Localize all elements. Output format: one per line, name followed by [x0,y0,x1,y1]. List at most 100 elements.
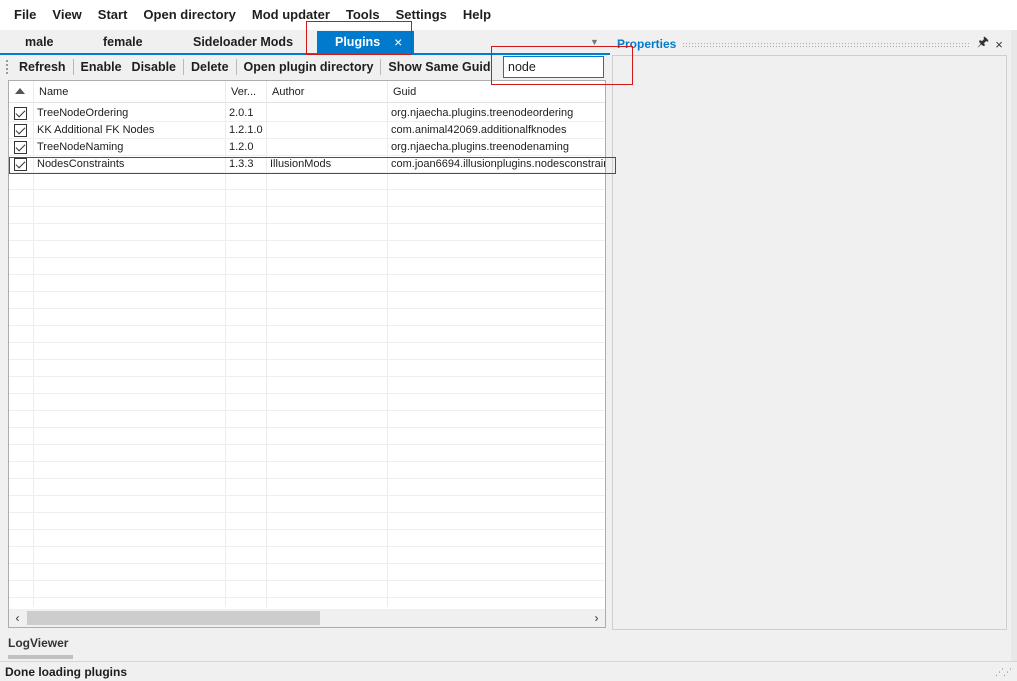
empty-row [9,309,605,326]
status-text: Done loading plugins [5,665,127,679]
properties-title-bar: Properties 🖈 × [613,33,1007,55]
empty-row [9,394,605,411]
close-icon[interactable]: × [991,37,1007,52]
empty-row [9,479,605,496]
enabled-checkbox[interactable] [14,107,27,120]
document-tab-strip: male female Sideloader Mods Plugins × [0,31,610,53]
column-header-name[interactable]: Name [35,81,225,103]
close-icon[interactable]: × [394,31,402,53]
scroll-right-icon[interactable]: › [588,609,605,627]
menu-open-directory[interactable]: Open directory [135,0,243,30]
column-header-author[interactable]: Author [268,81,388,103]
tab-dropdown-icon[interactable]: ▼ [590,37,599,47]
plugin-guid: com.joan6694.illusionplugins.nodesconstr… [391,158,605,170]
menu-start[interactable]: Start [90,0,136,30]
empty-row [9,530,605,547]
table-row[interactable]: KK Additional FK Nodes 1.2.1.0 com.anima… [9,122,605,139]
empty-row [9,326,605,343]
plugin-author [270,139,385,156]
enabled-checkbox[interactable] [14,158,27,171]
tab-male[interactable]: male [0,31,85,53]
toolbar-grip[interactable] [6,60,10,74]
empty-row [9,564,605,581]
title-grip [682,41,969,47]
menu-tools[interactable]: Tools [338,0,388,30]
tab-sideloader-mods[interactable]: Sideloader Mods [177,31,307,53]
empty-row [9,496,605,513]
menu-mod-updater[interactable]: Mod updater [244,0,338,30]
empty-row [9,377,605,394]
plugin-name: NodesConstraints [37,158,125,170]
plugin-name: TreeNodeNaming [37,141,124,153]
enabled-checkbox[interactable] [14,124,27,137]
table-row[interactable]: NodesConstraints 1.3.3 IllusionMods com.… [9,156,605,173]
menu-help[interactable]: Help [455,0,499,30]
empty-row [9,360,605,377]
table-row[interactable]: TreeNodeNaming 1.2.0 org.njaecha.plugins… [9,139,605,156]
empty-row [9,343,605,360]
plugin-guid: org.njaecha.plugins.treenodeordering [391,107,574,119]
toolbar-separator [183,59,185,75]
plugin-name: TreeNodeOrdering [37,107,129,119]
delete-button[interactable]: Delete [186,57,234,77]
disable-button[interactable]: Disable [127,57,181,77]
refresh-button[interactable]: Refresh [14,57,71,77]
tab-plugins[interactable]: Plugins × [317,31,415,53]
table-row[interactable]: TreeNodeOrdering 2.0.1 org.njaecha.plugi… [9,105,605,122]
menu-view[interactable]: View [44,0,89,30]
resize-grip-icon[interactable]: ⋰⋰ [995,667,1012,678]
plugin-guid: com.animal42069.additionalfknodes [391,124,567,136]
empty-row [9,513,605,530]
empty-row [9,428,605,445]
pin-icon[interactable]: 🖈 [975,33,991,55]
menu-file[interactable]: File [6,0,44,30]
empty-row [9,207,605,224]
empty-row [9,190,605,207]
enable-button[interactable]: Enable [76,57,127,77]
empty-row [9,411,605,428]
tab-female[interactable]: female [85,31,177,53]
empty-row [9,258,605,275]
list-header: Name Ver... Author Guid [9,81,605,103]
empty-row [9,173,605,190]
menu-bar: File View Start Open directory Mod updat… [0,0,1017,30]
sort-ascending-icon[interactable] [15,88,25,94]
window-edge [1011,0,1017,681]
scroll-left-icon[interactable]: ‹ [9,609,26,627]
tab-underline [0,53,610,55]
plugin-version: 1.2.1.0 [229,124,263,136]
plugin-author: IllusionMods [270,158,332,170]
enabled-checkbox[interactable] [14,141,27,154]
toolbar-separator [72,59,74,75]
empty-row [9,445,605,462]
empty-row [9,292,605,309]
search-input[interactable] [503,56,604,78]
menu-settings[interactable]: Settings [388,0,455,30]
scrollbar-thumb[interactable] [27,611,320,625]
empty-row [9,462,605,479]
empty-row [9,275,605,292]
horizontal-scrollbar[interactable]: ‹ › [9,609,605,627]
properties-panel [612,55,1007,630]
properties-title: Properties [617,37,677,51]
toolbar-separator [380,59,382,75]
tab-plugins-label: Plugins [335,35,381,49]
toolbar-separator [235,59,237,75]
plugin-author [270,122,385,139]
plugin-name: KK Additional FK Nodes [37,124,155,136]
empty-row [9,241,605,258]
plugin-guid: org.njaecha.plugins.treenodenaming [391,141,569,153]
column-header-version[interactable]: Ver... [227,81,267,103]
log-viewer-tab[interactable]: LogViewer [8,636,68,650]
plugin-version: 2.0.1 [229,107,254,119]
empty-row [9,581,605,598]
status-bar: Done loading plugins ⋰⋰ [0,661,1017,681]
open-plugin-directory-button[interactable]: Open plugin directory [239,57,379,77]
show-same-guid-button[interactable]: Show Same Guid [383,57,495,77]
column-header-guid[interactable]: Guid [389,81,599,103]
plugin-list[interactable]: Name Ver... Author Guid TreeNodeOrdering… [8,80,606,628]
plugin-author [270,105,385,122]
plugin-version: 1.2.0 [229,141,254,153]
plugin-version: 1.3.3 [229,158,254,170]
log-viewer-tab-indicator [8,655,73,659]
